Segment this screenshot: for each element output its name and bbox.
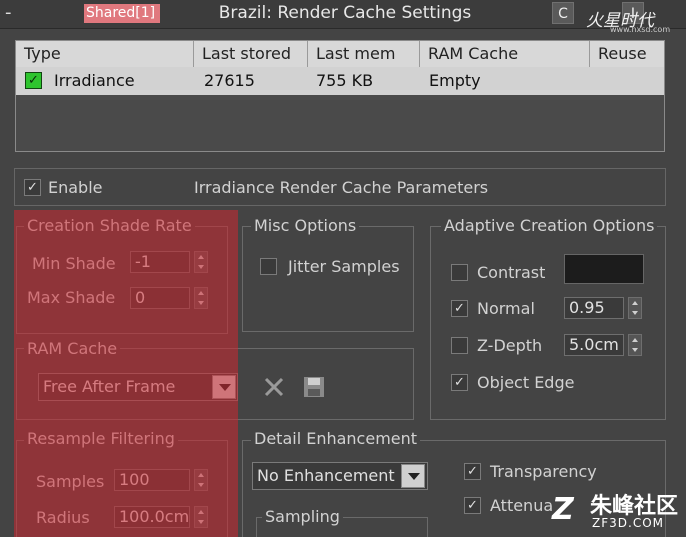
samples-label: Samples bbox=[36, 472, 105, 491]
col-last-stored[interactable]: Last stored bbox=[194, 41, 308, 67]
creation-shade-rate-group bbox=[16, 226, 228, 334]
chevron-down-icon[interactable] bbox=[401, 464, 425, 488]
ram-cache-title: RAM Cache bbox=[24, 340, 121, 358]
chevron-down-icon[interactable] bbox=[212, 375, 236, 399]
z-depth-spinner[interactable] bbox=[628, 334, 642, 356]
transparency-checkbox[interactable]: ✓ bbox=[464, 463, 481, 480]
enable-checkbox[interactable]: ✓ bbox=[24, 179, 41, 196]
object-edge-checkbox[interactable]: ✓ bbox=[451, 374, 468, 391]
contrast-color-swatch[interactable] bbox=[564, 254, 644, 284]
z-depth-label: Z-Depth bbox=[477, 336, 543, 355]
min-shade-spinner[interactable] bbox=[194, 251, 208, 273]
watermark-top-sub: www.hxsd.com bbox=[610, 25, 671, 34]
contrast-checkbox[interactable] bbox=[451, 264, 468, 281]
normal-label: Normal bbox=[477, 299, 535, 318]
adaptive-options-title: Adaptive Creation Options bbox=[441, 217, 658, 235]
max-shade-label: Max Shade bbox=[27, 288, 116, 307]
min-shade-field[interactable]: -1 bbox=[130, 251, 190, 273]
cell-last-stored: 27615 bbox=[204, 71, 255, 90]
z-depth-field[interactable]: 5.0cm bbox=[564, 334, 624, 356]
radius-spinner[interactable] bbox=[194, 506, 208, 528]
cell-ram-cache: Empty bbox=[429, 71, 481, 90]
attenuation-checkbox[interactable]: ✓ bbox=[464, 497, 481, 514]
shared-tag[interactable]: Shared[1] bbox=[84, 4, 160, 23]
floppy-disk-icon[interactable] bbox=[302, 375, 326, 399]
normal-threshold-field[interactable]: 0.95 bbox=[564, 297, 624, 319]
normal-threshold-spinner[interactable] bbox=[628, 297, 642, 319]
cache-table[interactable]: Type Last stored Last mem RAM Cache Reus… bbox=[15, 40, 665, 152]
minimize-icon[interactable]: - bbox=[5, 2, 23, 24]
creation-shade-rate-title: Creation Shade Rate bbox=[24, 217, 195, 235]
watermark-logo-bottom: Z 朱峰社区 ZF3D.COM bbox=[548, 488, 686, 537]
col-reuse[interactable]: Reuse bbox=[590, 41, 664, 67]
jitter-samples-checkbox[interactable] bbox=[260, 258, 277, 275]
watermark-logo-top: 火星时代 www.hxsd.com bbox=[586, 6, 686, 34]
max-shade-field[interactable]: 0 bbox=[130, 287, 190, 309]
attenuation-label: Attenua bbox=[490, 496, 554, 515]
cell-type: Irradiance bbox=[54, 71, 135, 90]
cell-last-mem: 755 KB bbox=[316, 71, 374, 90]
watermark-mark-icon: Z bbox=[552, 492, 574, 527]
contrast-label: Contrast bbox=[477, 263, 546, 282]
ram-cache-mode-dropdown[interactable]: Free After Frame bbox=[38, 373, 238, 401]
col-ram-cache[interactable]: RAM Cache bbox=[420, 41, 590, 67]
col-last-mem[interactable]: Last mem bbox=[308, 41, 420, 67]
x-icon[interactable] bbox=[262, 375, 286, 399]
misc-options-title: Misc Options bbox=[251, 217, 360, 235]
radius-field[interactable]: 100.0cm bbox=[114, 506, 190, 528]
min-shade-label: Min Shade bbox=[32, 254, 116, 273]
samples-field[interactable]: 100 bbox=[114, 469, 190, 491]
col-type[interactable]: Type bbox=[16, 41, 194, 67]
section-title: Irradiance Render Cache Parameters bbox=[194, 178, 489, 197]
z-depth-checkbox[interactable] bbox=[451, 337, 468, 354]
enable-label: Enable bbox=[48, 178, 103, 197]
watermark-bottom-sub: ZF3D.COM bbox=[592, 516, 664, 530]
misc-options-group bbox=[242, 226, 414, 332]
samples-spinner[interactable] bbox=[194, 469, 208, 491]
row-enabled-checkbox[interactable]: ✓ bbox=[25, 72, 42, 89]
max-shade-spinner[interactable] bbox=[194, 287, 208, 309]
normal-checkbox[interactable]: ✓ bbox=[451, 300, 468, 317]
btn-c[interactable]: C bbox=[552, 2, 574, 24]
object-edge-label: Object Edge bbox=[477, 373, 575, 392]
sampling-title: Sampling bbox=[262, 508, 343, 526]
transparency-label: Transparency bbox=[490, 462, 597, 481]
radius-label: Radius bbox=[36, 508, 90, 527]
jitter-samples-label: Jitter Samples bbox=[288, 257, 400, 276]
detail-enhancement-title: Detail Enhancement bbox=[251, 430, 421, 448]
resample-filtering-title: Resample Filtering bbox=[24, 430, 178, 448]
window-title: Brazil: Render Cache Settings bbox=[218, 3, 472, 23]
